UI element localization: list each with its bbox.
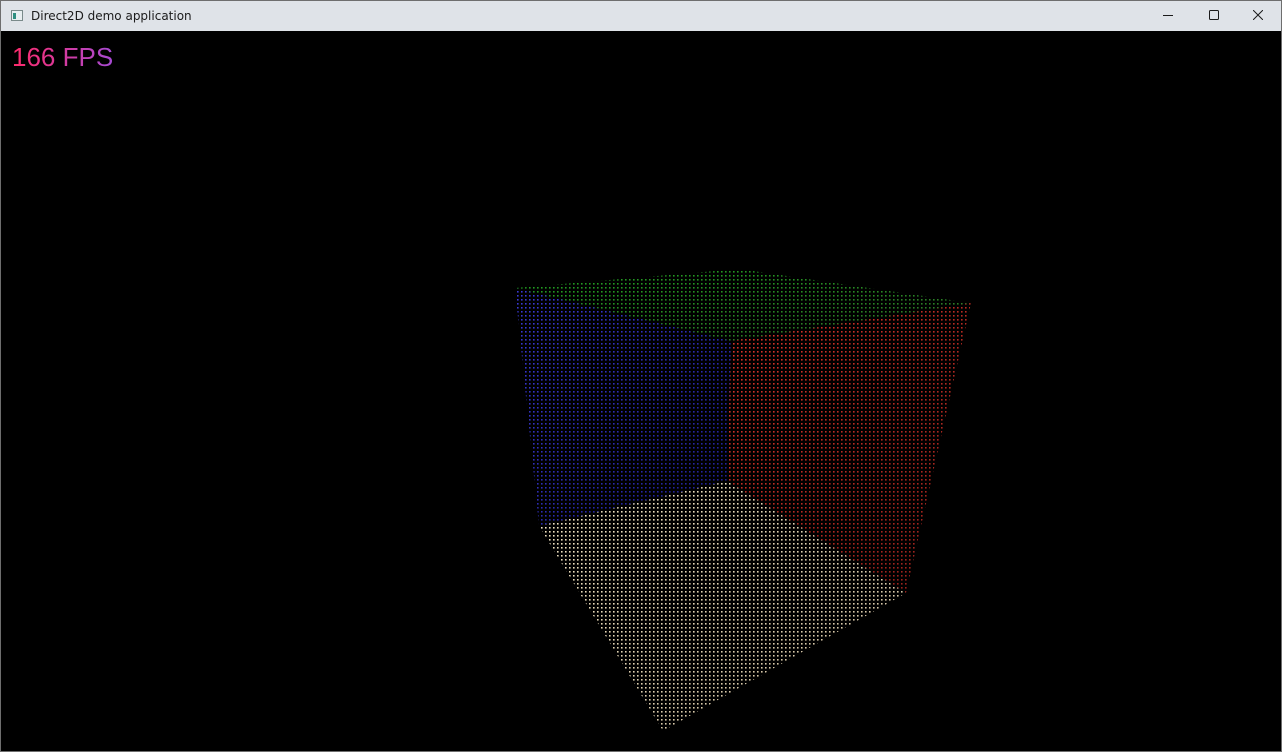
cube-scene <box>515 269 971 731</box>
window-title: Direct2D demo application <box>31 9 192 23</box>
window-app-icon <box>11 10 23 21</box>
close-button[interactable] <box>1235 1 1281 31</box>
app-window: Direct2D demo application 166 FPS <box>0 0 1282 752</box>
maximize-button[interactable] <box>1191 1 1237 31</box>
minimize-icon <box>1163 9 1173 23</box>
maximize-icon <box>1209 9 1219 23</box>
fps-counter: 166 FPS <box>12 42 114 72</box>
render-canvas[interactable]: 166 FPS <box>1 31 1281 751</box>
close-icon <box>1252 9 1264 23</box>
minimize-button[interactable] <box>1145 1 1191 31</box>
title-bar[interactable]: Direct2D demo application <box>1 1 1281 31</box>
